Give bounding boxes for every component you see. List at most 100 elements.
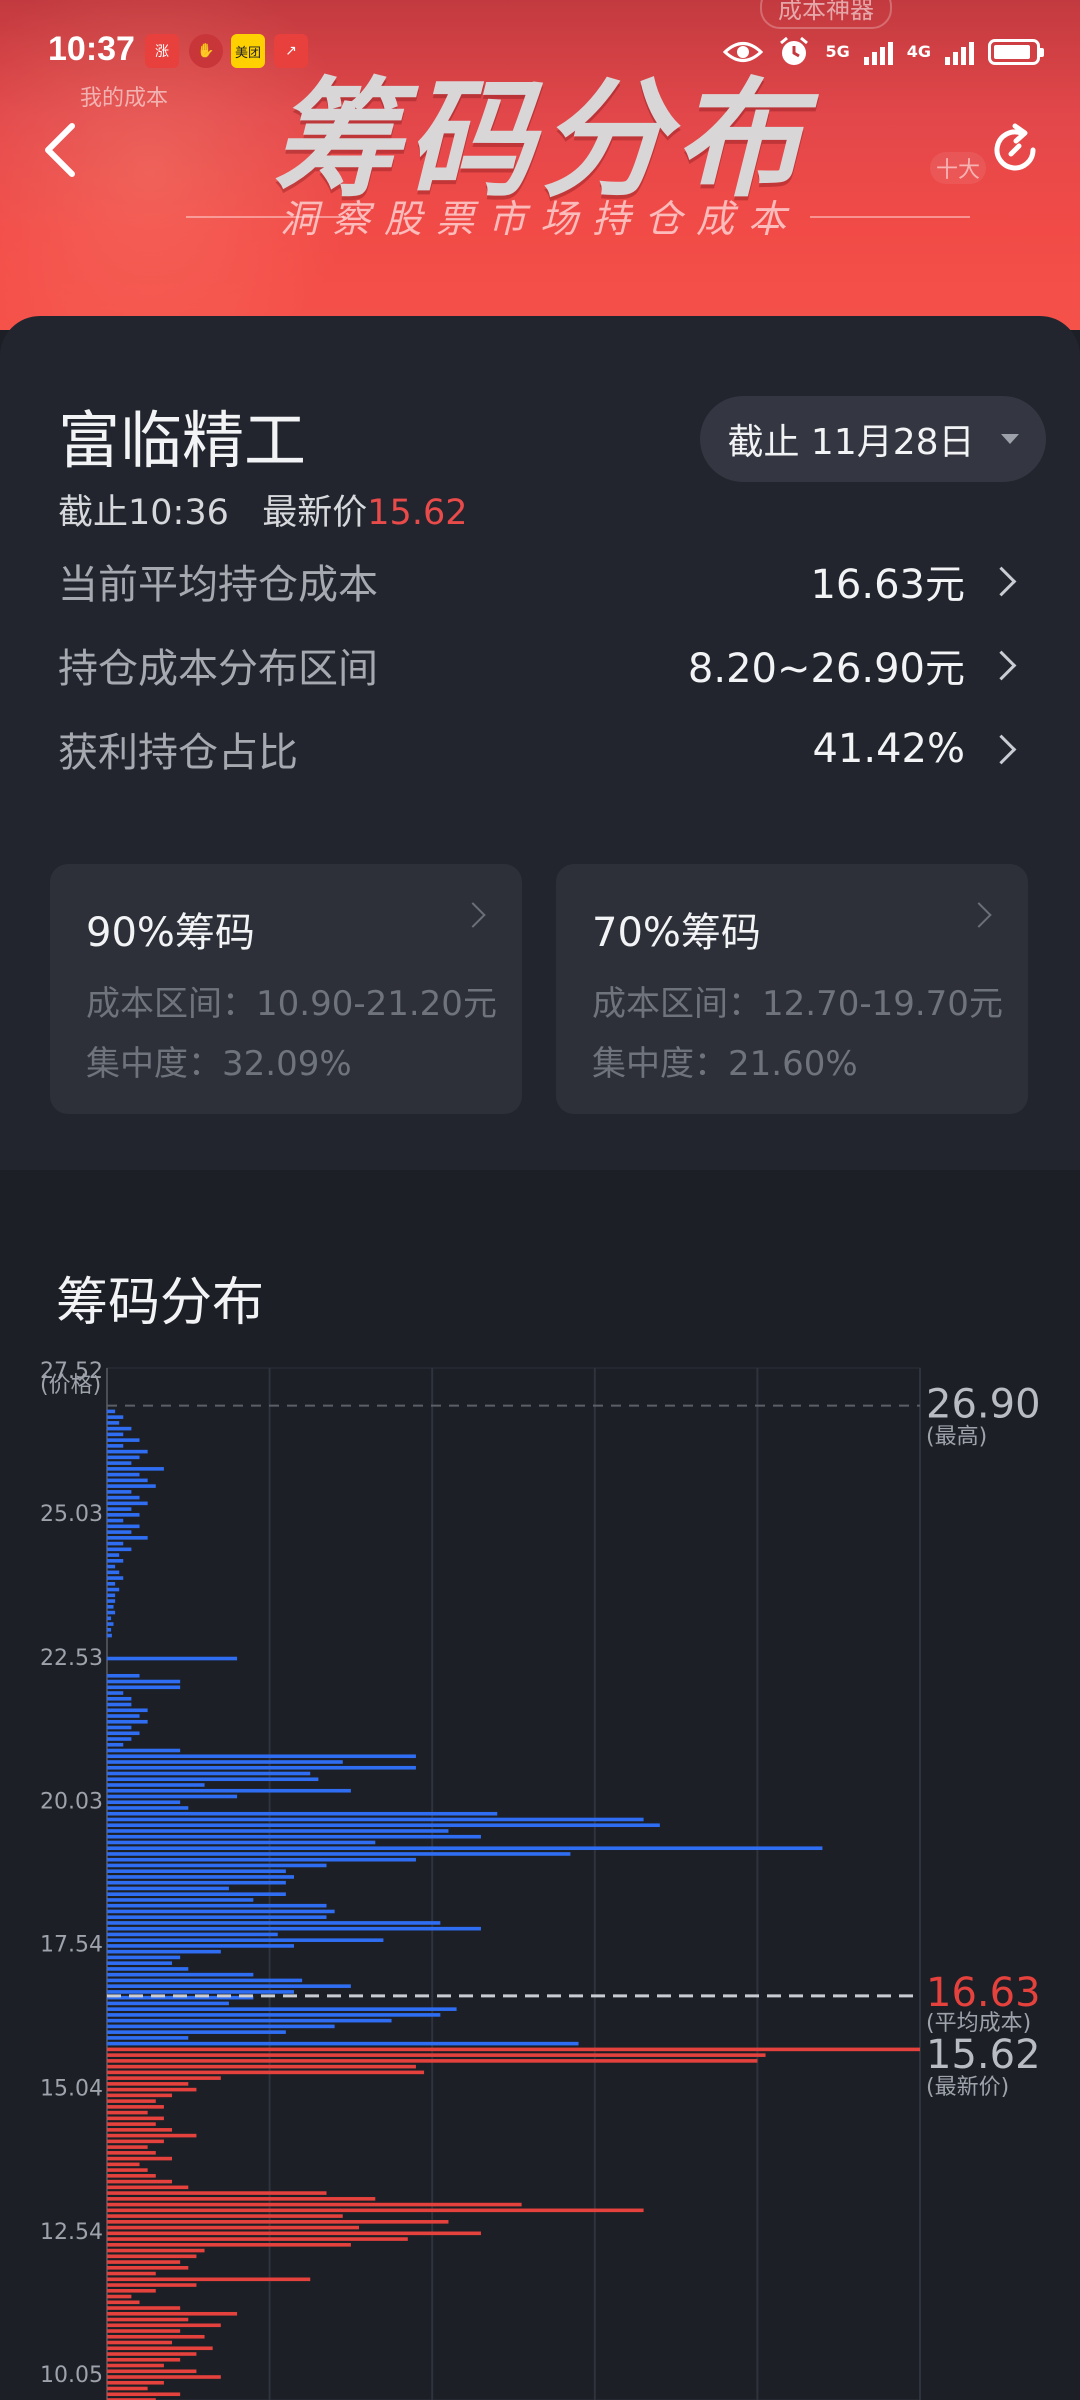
metric-row-avg-cost[interactable]: 当前平均持仓成本 16.63元	[58, 546, 1022, 616]
chip-bar	[107, 1886, 229, 1891]
chip-bar	[107, 1633, 112, 1638]
status-indicators: 5G 4G	[723, 32, 1044, 72]
chip-bar	[107, 2225, 360, 2230]
chip-bar	[107, 1955, 181, 1960]
chip-bar	[107, 2139, 164, 2144]
chip-card-70[interactable]: 70%筹码 成本区间：12.70-19.70元 集中度：21.60%	[556, 864, 1028, 1114]
chip-bar	[107, 1892, 286, 1896]
chip-bar	[107, 1599, 116, 1603]
chip-bar	[107, 2260, 181, 2264]
chip-bar	[107, 2018, 392, 2023]
chip-bar	[107, 2174, 156, 2178]
alarm-icon	[780, 36, 809, 65]
chip-bar	[107, 1696, 132, 1701]
chip-bar	[107, 1622, 114, 1626]
latest-price-label: (最新价)	[926, 2075, 1009, 2100]
chip-bar	[107, 1478, 148, 1483]
chip-bar	[107, 1840, 376, 1845]
chip-bar	[107, 1524, 140, 1529]
chip-bar	[107, 1949, 221, 1954]
chip-bar	[107, 1541, 124, 1546]
status-bar: 10:37 涨 ✋ 美团 ↗ 5G 4G	[0, 0, 1080, 100]
avg-cost-value: 16.63	[926, 1970, 1041, 2016]
signal-5g-icon	[863, 39, 893, 65]
chip-bar	[107, 2145, 148, 2149]
chip-bar	[107, 2093, 173, 2098]
chip-bar	[107, 1898, 254, 1902]
chip-bar	[107, 1582, 116, 1586]
chip-bar	[107, 1823, 660, 1828]
chip-bar	[107, 1857, 416, 1862]
chip-bar	[107, 2191, 327, 2195]
metric-label: 当前平均持仓成本	[58, 562, 378, 608]
chip-bar	[107, 1834, 481, 1839]
chip-bar	[107, 2076, 221, 2080]
chip-bar	[107, 2380, 164, 2385]
chip-bar	[107, 2064, 416, 2069]
chip-bar	[107, 1610, 116, 1615]
chip-bar	[107, 2375, 221, 2379]
chip-bar	[107, 2156, 173, 2161]
chip-bar	[107, 2254, 197, 2259]
chip-bar	[107, 1972, 254, 1977]
chip-bar	[107, 1875, 294, 1879]
chip-bar	[107, 1553, 120, 1557]
chip-bar	[107, 1967, 189, 1971]
chip-bar	[107, 1467, 164, 1471]
chip-bar	[107, 2363, 164, 2368]
chip-bar	[107, 2277, 311, 2282]
chip-bar	[107, 1742, 124, 1747]
chip-bar	[107, 1880, 286, 1885]
chip-bar	[107, 1725, 132, 1730]
chip-bar	[107, 2386, 148, 2391]
back-button[interactable]	[30, 112, 90, 188]
chip-bar	[107, 1719, 148, 1724]
chip-bar	[107, 2294, 132, 2299]
chip-bar	[107, 1811, 498, 1816]
chip-bar	[107, 2317, 189, 2322]
signal-4g-icon	[945, 39, 974, 65]
chip-bar	[107, 1990, 294, 1994]
stock-info-card: 富临精工 截止10:36 最新价15.62 截止 11月28日 当前平均持仓成本…	[0, 316, 1080, 1170]
chip-bar	[107, 1576, 124, 1580]
chip-bar	[107, 1409, 116, 1414]
chevron-right-icon	[460, 902, 486, 928]
chip-bar	[107, 2116, 164, 2121]
chip-bar	[107, 2346, 213, 2351]
chip-bar	[107, 1679, 181, 1684]
date-filter-dropdown[interactable]: 截止 11月28日	[700, 396, 1046, 482]
chip-bar	[107, 1587, 120, 1592]
chip-bar	[107, 1903, 327, 1908]
chip-bar	[107, 1438, 140, 1442]
chip-bar	[107, 2047, 920, 2052]
chip-bar	[107, 2288, 156, 2293]
chevron-right-icon	[986, 734, 1017, 764]
y-tick-label: 20.03	[40, 1790, 103, 1815]
chip-bar	[107, 1760, 343, 1764]
latest-price-value: 15.62	[367, 493, 468, 533]
chip-bar	[107, 2059, 758, 2063]
chip-bar	[107, 1426, 132, 1431]
chip-bar	[107, 1932, 278, 1937]
chip-card-90[interactable]: 90%筹码 成本区间：10.90-21.20元 集中度：32.09%	[50, 864, 522, 1114]
chip-bar	[107, 2099, 156, 2103]
chip-bar	[107, 1444, 124, 1448]
chip-bar	[107, 2357, 181, 2362]
back-arrow-icon	[45, 123, 75, 177]
latest-price-label: 最新价	[262, 493, 368, 533]
chip-bar	[107, 1530, 132, 1534]
y-tick-label: 12.54	[40, 2220, 103, 2245]
metric-row-cost-range[interactable]: 持仓成本分布区间 8.20~26.90元	[58, 630, 1022, 700]
metric-row-profit-ratio[interactable]: 获利持仓占比 41.42%	[58, 714, 1022, 784]
chip-bar	[107, 2323, 221, 2328]
chip-bar	[107, 2185, 189, 2190]
chip-bar	[107, 2007, 457, 2011]
chip-bar	[107, 1817, 644, 1822]
chip-bar	[107, 1627, 112, 1632]
chip-cost-range: 成本区间：10.90-21.20元	[86, 984, 497, 1024]
chip-bar	[107, 2306, 181, 2310]
chip-bar	[107, 1691, 124, 1695]
refresh-button[interactable]	[980, 112, 1050, 188]
chip-bar	[107, 2197, 376, 2201]
network-4g-label: 4G	[906, 42, 931, 61]
